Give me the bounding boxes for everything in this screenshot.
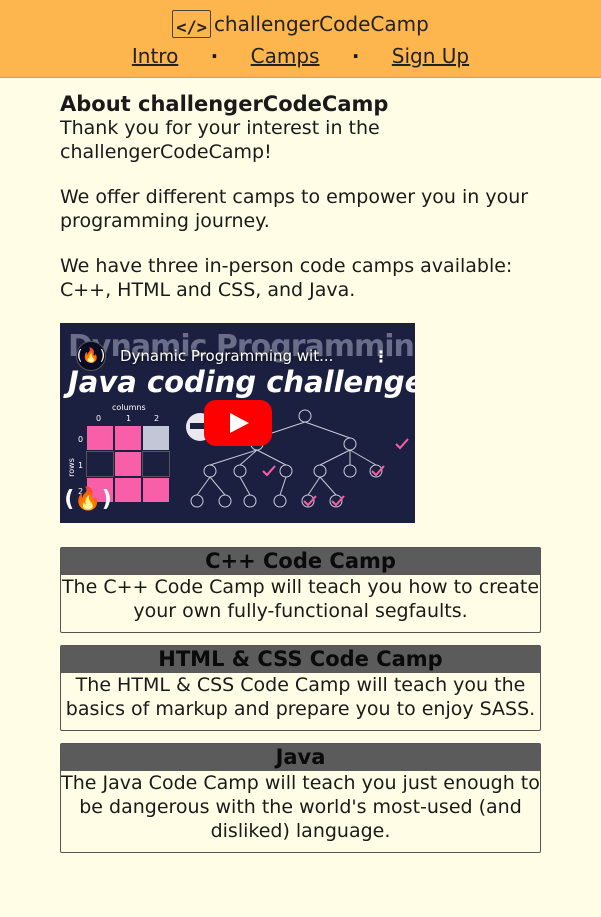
about-paragraph: Thank you for your interest in the chall…	[60, 117, 380, 163]
nav-separator: ·	[351, 44, 360, 68]
main-nav: Intro · Camps · Sign Up	[0, 44, 601, 68]
freecodecamp-icon: (🔥)	[64, 486, 112, 512]
about-paragraph: We have three in-person code camps avail…	[60, 255, 513, 301]
nav-link-intro[interactable]: Intro	[132, 44, 178, 68]
camp-description: The C++ Code Camp will teach you how to …	[61, 576, 540, 622]
youtube-play-icon[interactable]	[204, 400, 272, 446]
camp-card-java: Java The Java Code Camp will teach you j…	[60, 743, 541, 853]
about-paragraph: We offer different camps to empower you …	[60, 186, 529, 232]
camp-card-cpp: C++ Code Camp The C++ Code Camp will tea…	[60, 547, 541, 633]
camp-card-html-css: HTML & CSS Code Camp The HTML & CSS Code…	[60, 645, 541, 731]
camp-description: The HTML & CSS Code Camp will teach you …	[65, 674, 536, 720]
nav-link-camps[interactable]: Camps	[251, 44, 320, 68]
about-title: About challengerCodeCamp	[60, 92, 389, 116]
camp-title: HTML & CSS Code Camp	[61, 646, 540, 673]
brand-name: challengerCodeCamp	[213, 12, 429, 36]
camp-description: The Java Code Camp will teach you just e…	[61, 772, 540, 842]
nav-link-sign-up[interactable]: Sign Up	[392, 44, 469, 68]
camp-title: Java	[61, 744, 540, 771]
brand[interactable]: </> challengerCodeCamp	[172, 10, 429, 38]
site-header: </> challengerCodeCamp Intro · Camps · S…	[0, 0, 601, 78]
embedded-video[interactable]: Dynamic Programming Java coding challeng…	[60, 323, 415, 523]
nav-separator: ·	[210, 44, 219, 68]
main-content: About challengerCodeCamp Thank you for y…	[0, 92, 601, 853]
camp-title: C++ Code Camp	[61, 548, 540, 575]
code-logo-icon: </>	[172, 10, 211, 38]
